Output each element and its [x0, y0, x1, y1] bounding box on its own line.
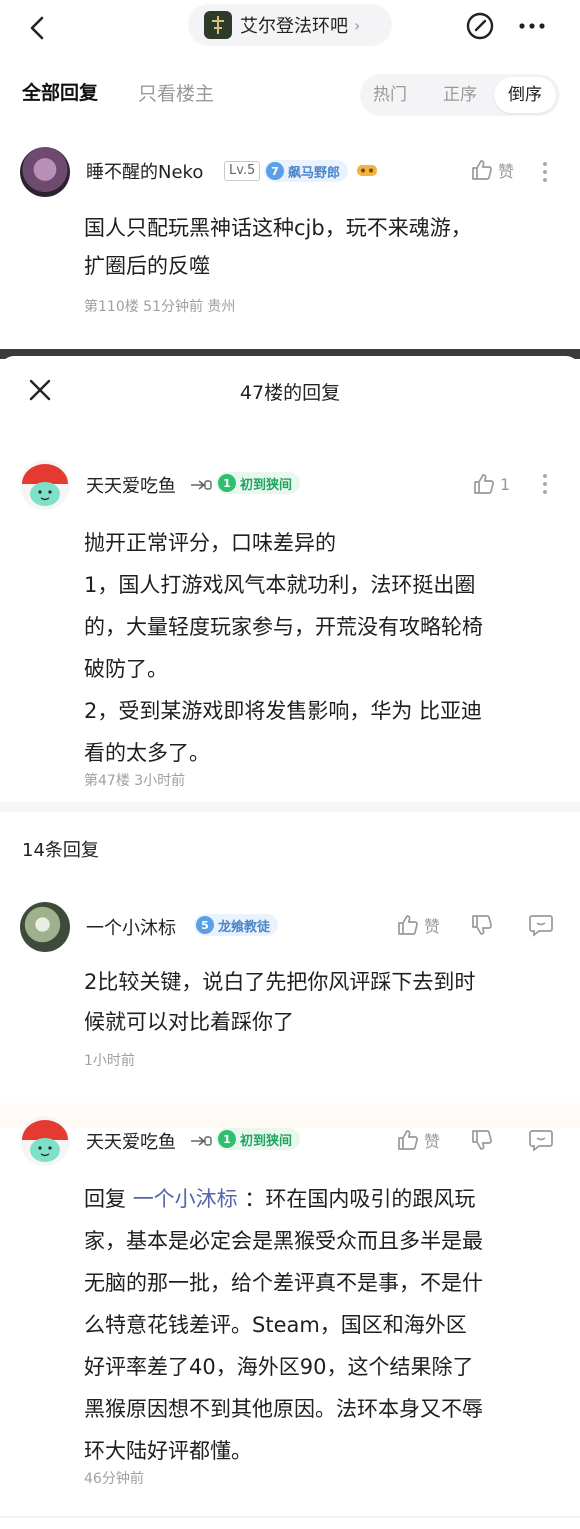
tab-all-replies[interactable]: 全部回复 [22, 78, 98, 105]
reply-prefix: 回复 [84, 1187, 133, 1211]
badge-title: 初到狭间 [240, 1133, 293, 1149]
thumbs-up-icon [398, 915, 418, 935]
reply-line: 回复 一个小沐标 ：环在国内吸引的跟风玩 [84, 1178, 483, 1220]
forum-name: 艾尔登法环吧 [240, 16, 348, 37]
sort-hot[interactable]: 热门 [360, 74, 420, 116]
like-button[interactable]: 赞 [470, 158, 514, 182]
post-line: 2，受到某游戏即将发售影响，华为 比亚迪 [84, 699, 483, 723]
avatar[interactable] [20, 902, 70, 952]
badge-level-number: 7 [266, 162, 284, 180]
badge-level-number: 1 [218, 1130, 236, 1148]
post-line: 的，大量轻度玩家参与，开荒没有攻略轮椅 [84, 615, 483, 639]
comment-icon[interactable] [528, 1128, 554, 1152]
member-badge: 7 飙马野郎 [264, 160, 349, 182]
post-meta: 第110楼 51分钟前 贵州 [84, 299, 236, 315]
badge-level-number: 5 [196, 916, 214, 934]
top-nav-bar: 艾尔登法环吧 › [0, 0, 580, 56]
reply-body: 回复 一个小沐标 ：环在国内吸引的跟风玩 家，基本是必定会是黑猴受众而且多半是最… [84, 1178, 483, 1472]
reply-meta: 1小时前 [84, 1053, 135, 1069]
post-line: 看的太多了。 [84, 741, 210, 765]
level-badge: Lv.5 [224, 161, 261, 181]
gamepad-icon [356, 160, 378, 180]
reply-line: 么特意花钱差评。Steam，国区和海外区 [84, 1313, 467, 1337]
tab-owner-only[interactable]: 只看楼主 [138, 79, 214, 106]
more-icon[interactable] [514, 10, 550, 42]
thumbs-up-icon [472, 160, 492, 180]
thumbs-down-icon[interactable] [470, 1128, 494, 1152]
reply-body: 2比较关键，说白了先把你风评踩下去到时 候就可以对比着踩你了 [84, 962, 475, 1042]
reply-line: 无脑的那一批，给个差评真不是事，不是什 [84, 1271, 483, 1295]
section-divider [0, 802, 580, 812]
member-badge: 1 初到狭间 [216, 472, 301, 494]
reply-line: 家，基本是必定会是黑猴受众而且多半是最 [84, 1229, 483, 1253]
back-icon[interactable] [22, 12, 54, 44]
edit-icon[interactable] [464, 10, 496, 42]
badge-title: 飙马野郎 [288, 165, 341, 181]
post-line: 破防了。 [84, 657, 168, 681]
avatar[interactable] [20, 460, 70, 510]
hand-pointing-icon [190, 1134, 212, 1148]
mention-link[interactable]: 一个小沐标 [133, 1187, 238, 1211]
avatar[interactable] [20, 147, 70, 197]
sort-ascending[interactable]: 正序 [430, 74, 490, 116]
reply-text: ：环在国内吸引的跟风玩 [237, 1187, 476, 1211]
post-more-icon[interactable] [538, 160, 552, 184]
post-more-icon[interactable] [538, 472, 552, 496]
like-label: 赞 [424, 917, 441, 936]
post-line: 抛开正常评分，口味差异的 [84, 531, 336, 555]
post-body: 抛开正常评分，口味差异的 1，国人打游戏风气本就功利，法环挺出圈 的，大量轻度玩… [84, 522, 483, 774]
post-line: 1，国人打游戏风气本就功利，法环挺出圈 [84, 573, 476, 597]
username[interactable]: 天天爱吃鱼 [86, 1128, 176, 1154]
post-meta: 第47楼 3小时前 [84, 773, 186, 789]
like-button[interactable]: 赞 [396, 1128, 440, 1152]
like-label: 赞 [424, 1132, 441, 1151]
sort-descending[interactable]: 倒序 [494, 77, 556, 113]
sheet-title: 47楼的回复 [239, 382, 341, 404]
thumbs-down-icon[interactable] [470, 913, 494, 937]
thumbs-up-icon [474, 474, 494, 494]
badge-level-number: 1 [218, 474, 236, 492]
reply-line: 环大陆好评都懂。 [84, 1439, 252, 1463]
like-button[interactable]: 赞 [396, 913, 440, 937]
hand-pointing-icon [190, 478, 212, 492]
reply-line: 好评率差了40，海外区90，这个结果除了 [84, 1355, 474, 1379]
like-button[interactable]: 1 [472, 472, 510, 496]
member-badge: 1 初到狭间 [216, 1128, 301, 1150]
highlight-band [0, 1094, 580, 1128]
post-line: 国人只配玩黑神话这种cjb，玩不来魂游， [84, 216, 472, 240]
post-body: 国人只配玩黑神话这种cjb，玩不来魂游， 扩圈后的反噬 [84, 212, 472, 282]
username[interactable]: 睡不醒的Neko [86, 158, 203, 184]
like-count: 1 [500, 474, 511, 494]
bottom-divider [0, 1516, 580, 1518]
avatar[interactable] [20, 1116, 70, 1166]
like-label: 赞 [498, 162, 515, 181]
comment-icon[interactable] [528, 913, 554, 937]
post-line: 扩圈后的反噬 [84, 254, 210, 278]
chevron-right-icon: › [354, 15, 361, 35]
reply-count-header: 14条回复 [22, 840, 99, 861]
reply-line: 2比较关键，说白了先把你风评踩下去到时 [84, 970, 476, 994]
member-badge: 5 龙飨教徒 [194, 914, 279, 936]
username[interactable]: 一个小沐标 [86, 914, 176, 940]
forum-logo-icon [204, 11, 232, 39]
badge-title: 初到狭间 [240, 477, 293, 493]
sort-switch: 热门 正序 倒序 [360, 74, 560, 116]
username[interactable]: 天天爱吃鱼 [86, 472, 176, 498]
reply-line: 黑猴原因想不到其他原因。法环本身又不辱 [84, 1397, 483, 1421]
badge-title: 龙飨教徒 [218, 919, 271, 935]
thumbs-up-icon [398, 1130, 418, 1150]
reply-line: 候就可以对比着踩你了 [84, 1010, 294, 1034]
forum-selector[interactable]: 艾尔登法环吧 › [188, 4, 392, 46]
reply-meta: 46分钟前 [84, 1471, 144, 1487]
